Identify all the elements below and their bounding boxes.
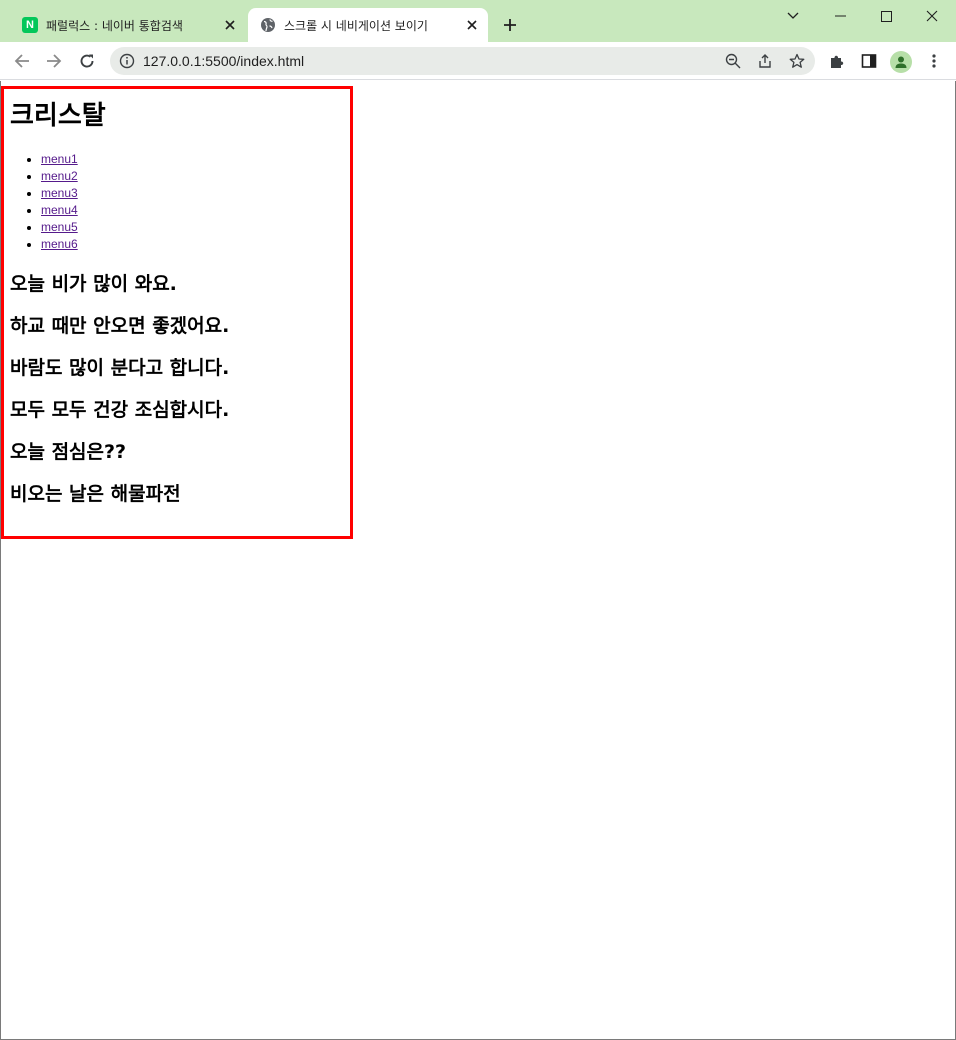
new-tab-button[interactable] bbox=[498, 13, 522, 37]
tab-title: 패럴럭스 : 네이버 통합검색 bbox=[46, 18, 183, 33]
tab-search-button[interactable] bbox=[770, 2, 816, 30]
info-icon[interactable] bbox=[119, 53, 135, 69]
side-panel-button[interactable] bbox=[855, 47, 883, 75]
arrow-left-icon bbox=[14, 54, 29, 68]
content-lines: 오늘 비가 많이 와요. 하교 때만 안오면 좋겠어요. 바람도 많이 분다고 … bbox=[10, 263, 350, 515]
reload-button[interactable] bbox=[73, 47, 101, 75]
nav-menu: menu1 menu2 menu3 menu4 menu5 menu6 bbox=[10, 151, 350, 253]
chevron-down-icon bbox=[787, 12, 799, 19]
tab-scroll-nav[interactable]: 스크롤 시 네비게이션 보이기 bbox=[248, 8, 488, 42]
list-item: menu3 bbox=[41, 185, 350, 202]
list-item: menu4 bbox=[41, 202, 350, 219]
person-icon bbox=[895, 56, 907, 68]
naver-icon: N bbox=[22, 17, 38, 33]
forward-button[interactable] bbox=[40, 47, 68, 75]
close-icon bbox=[926, 10, 938, 22]
content-line: 모두 모두 건강 조심합시다. bbox=[10, 399, 230, 421]
address-bar[interactable]: 127.0.0.1:5500/index.html bbox=[110, 47, 815, 75]
reload-icon bbox=[80, 54, 94, 68]
tab-naver-search[interactable]: N 패럴럭스 : 네이버 통합검색 bbox=[8, 8, 246, 42]
minimize-button[interactable] bbox=[817, 2, 863, 30]
list-item: menu2 bbox=[41, 168, 350, 185]
maximize-icon bbox=[880, 10, 892, 22]
site-title: 크리스탈 bbox=[10, 101, 106, 131]
content-line: 비오는 날은 해물파전 bbox=[10, 483, 181, 505]
list-item: menu5 bbox=[41, 219, 350, 236]
close-window-button[interactable] bbox=[909, 2, 955, 30]
menu-link-1[interactable]: menu1 bbox=[41, 152, 78, 166]
side-panel-icon bbox=[861, 54, 877, 68]
minimize-icon bbox=[834, 15, 846, 17]
content-line: 바람도 많이 분다고 합니다. bbox=[10, 357, 230, 379]
puzzle-icon bbox=[831, 55, 844, 68]
bookmark-star-icon[interactable] bbox=[785, 49, 809, 73]
tab-title: 스크롤 시 네비게이션 보이기 bbox=[284, 18, 428, 33]
share-icon[interactable] bbox=[753, 49, 777, 73]
close-icon[interactable] bbox=[462, 15, 482, 35]
content-line: 하교 때만 안오면 좋겠어요. bbox=[10, 315, 230, 337]
plus-icon bbox=[504, 19, 516, 31]
content-line: 오늘 점심은?? bbox=[10, 441, 127, 463]
list-item: menu1 bbox=[41, 151, 350, 168]
more-vert-icon bbox=[932, 54, 936, 68]
list-item: menu6 bbox=[41, 236, 350, 253]
url-text[interactable]: 127.0.0.1:5500/index.html bbox=[143, 53, 304, 69]
menu-link-2[interactable]: menu2 bbox=[41, 169, 78, 183]
menu-button[interactable] bbox=[920, 47, 948, 75]
zoom-icon[interactable] bbox=[721, 49, 745, 73]
page-viewport: 크리스탈 menu1 menu2 menu3 menu4 menu5 menu6… bbox=[0, 81, 956, 1040]
menu-link-5[interactable]: menu5 bbox=[41, 220, 78, 234]
arrow-right-icon bbox=[47, 54, 62, 68]
extensions-button[interactable] bbox=[823, 47, 851, 75]
avatar[interactable] bbox=[890, 51, 912, 73]
menu-link-4[interactable]: menu4 bbox=[41, 203, 78, 217]
globe-icon bbox=[260, 17, 276, 33]
header-box: 크리스탈 menu1 menu2 menu3 menu4 menu5 menu6… bbox=[1, 86, 353, 539]
content-line: 오늘 비가 많이 와요. bbox=[10, 273, 177, 295]
maximize-button[interactable] bbox=[863, 2, 909, 30]
menu-link-6[interactable]: menu6 bbox=[41, 237, 78, 251]
close-icon[interactable] bbox=[220, 15, 240, 35]
tab-strip: N 패럴럭스 : 네이버 통합검색 스크롤 시 네비게이션 보이기 bbox=[0, 0, 956, 42]
back-button[interactable] bbox=[8, 47, 36, 75]
browser-toolbar: 127.0.0.1:5500/index.html bbox=[0, 42, 956, 80]
menu-link-3[interactable]: menu3 bbox=[41, 186, 78, 200]
